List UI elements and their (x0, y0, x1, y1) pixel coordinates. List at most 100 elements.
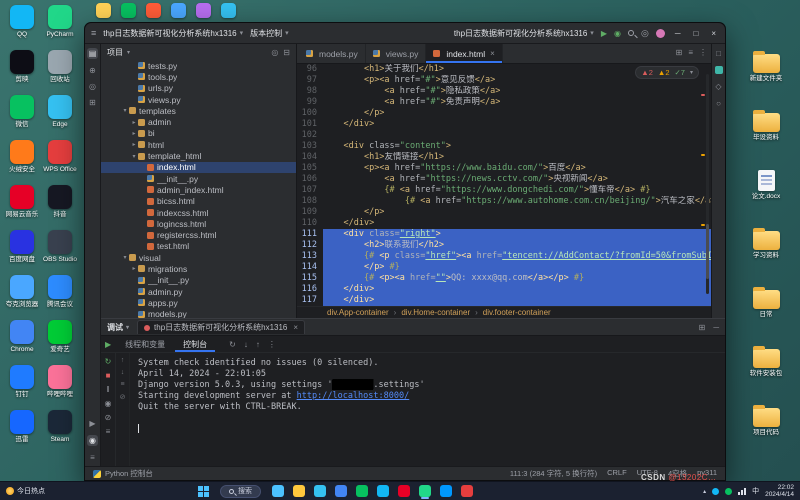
taskbar-app[interactable] (439, 484, 453, 499)
scroll-up-icon[interactable]: ↑ (121, 357, 125, 364)
desktop-shortcut[interactable] (221, 3, 236, 18)
tree-item[interactable]: __init__.py (101, 275, 296, 286)
settings-icon[interactable]: ≡ (106, 427, 111, 436)
more-options-icon[interactable]: ⋮ (268, 340, 276, 349)
tree-item[interactable]: tests.py (101, 60, 296, 71)
collapse-all-icon[interactable]: ⊟ (283, 48, 290, 57)
notifications-icon[interactable]: □ (716, 49, 721, 58)
project-tree-title[interactable]: 项目 (107, 47, 123, 58)
tree-item[interactable]: ▾visual (101, 252, 296, 263)
desktop-shortcut[interactable]: 软件安装包 (740, 345, 792, 377)
debug-tab[interactable]: 线程和变量 (117, 337, 173, 352)
taskbar-app[interactable] (418, 484, 432, 499)
desktop-shortcut[interactable] (171, 3, 186, 18)
desktop-shortcut[interactable]: 论文.docx (740, 168, 792, 200)
tree-item[interactable]: admin_index.html (101, 184, 296, 195)
close-button[interactable]: × (708, 29, 719, 38)
search-everywhere-icon[interactable] (628, 30, 634, 36)
soft-wrap-icon[interactable]: ≡ (120, 381, 124, 388)
tree-item[interactable]: ▸admin (101, 116, 296, 127)
desktop-shortcut[interactable] (121, 3, 136, 18)
desktop-shortcut[interactable]: Chrome (4, 320, 40, 353)
desktop-shortcut[interactable]: Edge (42, 95, 78, 128)
taskbar-app[interactable] (313, 484, 327, 499)
desktop-shortcut[interactable]: 新建文件夹 (740, 50, 792, 82)
tree-item[interactable]: urls.py (101, 83, 296, 94)
close-tab-icon[interactable]: × (490, 49, 495, 58)
editor-tab[interactable]: models.py (299, 44, 366, 63)
more-options-icon[interactable]: ⋮ (699, 48, 707, 57)
avatar[interactable] (656, 29, 665, 38)
database-toolwindow-icon[interactable]: ◇ (715, 82, 721, 91)
debug-session-tab[interactable]: thp日志数据新可视化分析系统hx1316 × (137, 320, 305, 334)
mute-breakpoints-icon[interactable]: ⊘ (105, 413, 112, 422)
tree-item[interactable]: views.py (101, 94, 296, 105)
tree-item[interactable]: ▸bi (101, 128, 296, 139)
project-tree-list[interactable]: tests.pytools.pyurls.pyviews.py▾template… (101, 60, 296, 318)
editor-tab[interactable]: index.html× (426, 44, 502, 63)
run-toolwindow-icon[interactable]: ▶ (89, 419, 95, 428)
desktop-shortcut[interactable]: 日常 (740, 286, 792, 318)
tree-item[interactable]: ▸html (101, 139, 296, 150)
debug-button[interactable]: ◉ (614, 29, 621, 38)
run-button[interactable]: ▶ (601, 29, 607, 38)
status-item[interactable]: 111:3 (284 字符, 5 换行符) (510, 468, 597, 479)
desktop-shortcut[interactable]: 毕设资料 (740, 109, 792, 141)
wechat-tray-icon[interactable] (725, 488, 732, 495)
desktop-shortcut[interactable]: WPS Office (42, 140, 78, 173)
clear-console-icon[interactable]: ⊘ (120, 393, 126, 401)
main-menu-icon[interactable]: ≡ (91, 29, 96, 38)
chevron-down-icon[interactable]: ▾ (690, 69, 693, 76)
stop-icon[interactable]: ■ (106, 371, 111, 380)
settings-gear-icon[interactable]: ◎ (641, 29, 649, 38)
commit-toolwindow-icon[interactable]: ⊕ (89, 66, 96, 75)
project-widget[interactable]: thp日志数据新可视化分析系统hx1316 ▾ (103, 28, 243, 39)
taskbar-app[interactable] (334, 484, 348, 499)
desktop-shortcut[interactable]: 腾讯会议 (42, 275, 78, 308)
breadcrumb-item[interactable]: div.footer-container (483, 308, 551, 317)
taskbar-app[interactable] (397, 484, 411, 499)
taskbar-app[interactable] (355, 484, 369, 499)
desktop-shortcut[interactable] (146, 3, 161, 18)
step-over-icon[interactable]: ↻ (229, 340, 236, 349)
start-button[interactable] (193, 486, 214, 497)
debug-tab[interactable]: 控制台 (175, 337, 215, 352)
structure-toolwindow-icon[interactable]: ⊞ (89, 98, 96, 107)
desktop-shortcut[interactable]: 爱奇艺 (42, 320, 78, 353)
view-breakpoints-icon[interactable]: ◉ (105, 399, 112, 408)
tree-item[interactable]: models.py (101, 309, 296, 318)
status-item[interactable]: CRLF (607, 468, 627, 479)
qq-tray-icon[interactable] (712, 488, 719, 495)
rerun-icon[interactable]: ↻ (105, 357, 112, 366)
desktop-shortcut[interactable]: OBS Studio (42, 230, 78, 263)
desktop-shortcut[interactable]: 迅雷 (4, 410, 40, 443)
desktop-shortcut[interactable]: 抖音 (42, 185, 78, 218)
tree-item[interactable]: index.html (101, 162, 296, 173)
tray-expand-icon[interactable]: ▴ (703, 488, 706, 495)
desktop-shortcut[interactable]: 夸克浏览器 (4, 275, 40, 308)
tree-item[interactable]: apps.py (101, 297, 296, 308)
resume-program-icon[interactable]: ▶ (105, 340, 111, 349)
vcs-widget[interactable]: 版本控制 ▾ (250, 28, 289, 39)
desktop-shortcut[interactable] (96, 3, 111, 18)
hide-panel-icon[interactable]: ─ (713, 323, 719, 332)
input-language-indicator[interactable]: 中 (752, 486, 759, 496)
taskbar-app[interactable] (460, 484, 474, 499)
tree-item[interactable]: admin.py (101, 286, 296, 297)
scroll-down-icon[interactable]: ↓ (121, 369, 125, 376)
desktop-shortcut[interactable]: 网易云音乐 (4, 185, 40, 218)
code-editor-area[interactable]: 96 <h1>关于我们</h1>97 <p><a href="#">意见反馈</… (297, 64, 711, 306)
status-process-label[interactable]: Python 控制台 (105, 468, 153, 479)
tree-item[interactable]: ▾templates (101, 105, 296, 116)
layout-settings-icon[interactable]: ⊞ (699, 323, 706, 332)
ai-assistant-icon[interactable] (715, 66, 723, 74)
inspection-widget[interactable]: ▲2▲2✓7▾ (635, 66, 699, 79)
tree-item[interactable]: bicss.html (101, 196, 296, 207)
taskbar-search[interactable]: 搜索 (220, 485, 261, 498)
tree-item[interactable]: logincss.html (101, 218, 296, 229)
close-session-icon[interactable]: × (293, 323, 298, 332)
breadcrumb-item[interactable]: div.App-container (327, 308, 389, 317)
clock[interactable]: 22:02 2024/4/14 (765, 484, 794, 499)
editor-list-icon[interactable]: ≡ (688, 48, 693, 57)
split-editor-icon[interactable]: ⊞ (676, 48, 683, 57)
